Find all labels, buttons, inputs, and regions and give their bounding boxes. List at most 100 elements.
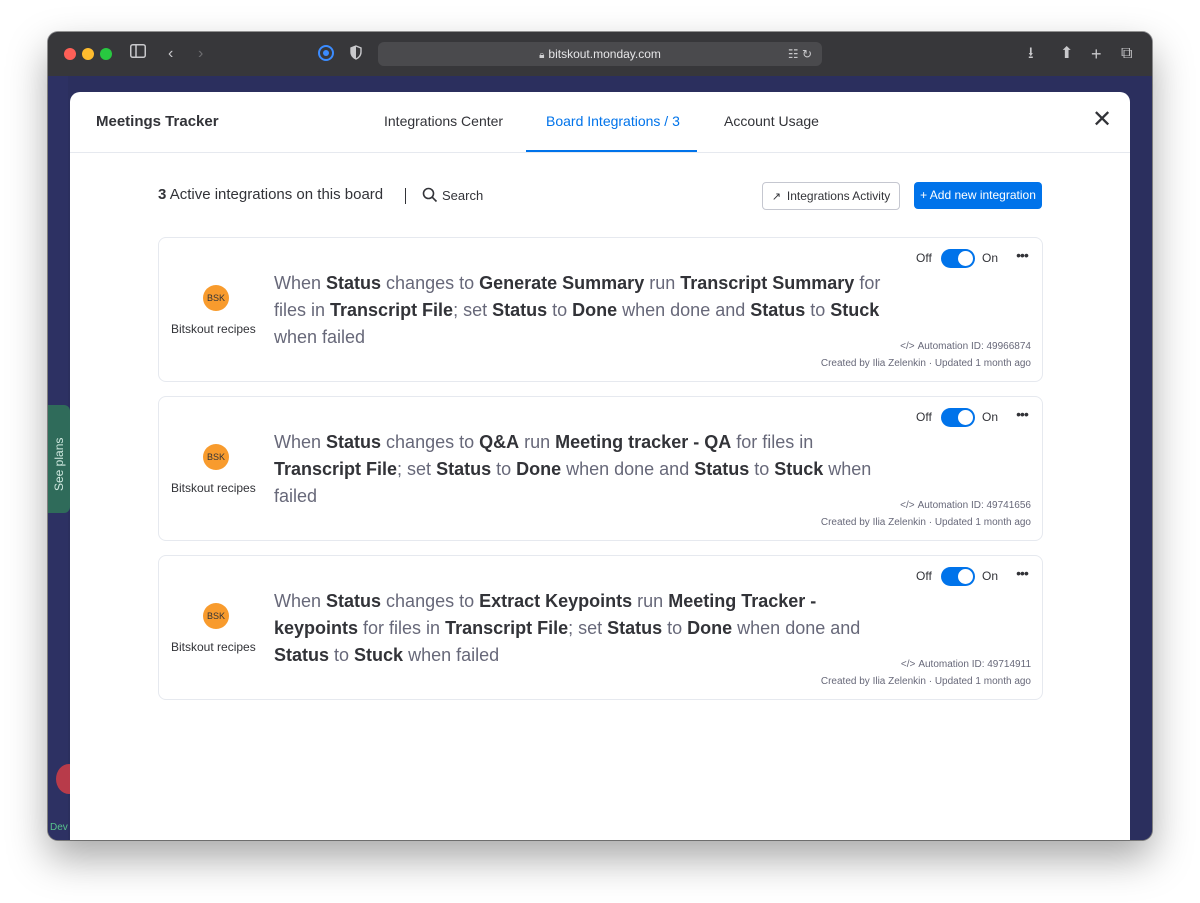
recipe-token: Transcript File: [274, 459, 398, 479]
integration-summary-text: Active integrations on this board: [169, 186, 384, 203]
automation-id-text: Automation ID: 49714911: [918, 659, 1031, 670]
integration-recipe-sentence[interactable]: When Status changes to Q&A run Meeting t…: [274, 429, 894, 510]
extension-icon[interactable]: [318, 45, 334, 67]
address-bar[interactable]: 🔒︎ bitskout.monday.com ☷ ↻: [378, 42, 822, 66]
created-info: Created by Ilia Zelenkin · Updated 1 mon…: [820, 676, 1031, 687]
sidebar-icon[interactable]: [130, 44, 146, 64]
integration-toggle[interactable]: [941, 567, 975, 586]
automation-id-text: Automation ID: 49741656: [917, 500, 1031, 511]
integration-logo: BSK: [203, 603, 229, 629]
recipe-token: Transcript File: [330, 300, 454, 320]
integrations-activity-label: Integrations Activity: [786, 189, 891, 203]
integration-logo: BSK: [203, 444, 229, 470]
recipe-token: Status: [326, 273, 382, 293]
close-window-button[interactable]: [64, 48, 76, 60]
integration-source: Bitskout recipes: [171, 322, 256, 336]
integration-logo: BSK: [203, 285, 229, 311]
shield-icon[interactable]: [350, 45, 362, 66]
recipe-text: run: [632, 591, 669, 611]
plus-icon[interactable]: +: [1091, 44, 1102, 64]
recipe-text: when done and: [561, 459, 695, 479]
search-icon: [422, 187, 438, 203]
more-options-icon[interactable]: •••: [1012, 405, 1032, 423]
recipe-text: ; set: [568, 618, 608, 638]
integration-count: 3: [158, 186, 167, 203]
close-icon[interactable]: ✕: [1092, 108, 1112, 132]
integration-recipe-sentence[interactable]: When Status changes to Generate Summary …: [274, 270, 894, 351]
recipe-token: Done: [572, 300, 618, 320]
integration-card: BSK Bitskout recipes When Status changes…: [158, 555, 1043, 700]
recipe-text: for files in: [731, 432, 814, 452]
recipe-token: Status: [436, 459, 492, 479]
recipe-token: Status: [492, 300, 548, 320]
integration-recipe-sentence[interactable]: When Status changes to Extract Keypoints…: [274, 588, 894, 669]
more-options-icon[interactable]: •••: [1012, 246, 1032, 264]
automation-id: </> Automation ID: 49714911: [901, 659, 1031, 670]
integrations-activity-button[interactable]: ↗ Integrations Activity: [762, 182, 900, 210]
integrations-modal: Meetings Tracker Integrations Center Boa…: [70, 92, 1130, 840]
more-options-icon[interactable]: •••: [1012, 564, 1032, 582]
recipe-token: Status: [607, 618, 663, 638]
active-tab-indicator: [526, 150, 697, 152]
recipe-text: ; set: [453, 300, 493, 320]
translate-icon[interactable]: ☷: [788, 47, 799, 61]
code-icon: </>: [900, 659, 916, 670]
see-plans-tab[interactable]: See plans: [48, 405, 70, 513]
modal-header: Meetings Tracker Integrations Center Boa…: [70, 92, 1130, 153]
recipe-token: Done: [516, 459, 562, 479]
search-button[interactable]: Search: [422, 187, 483, 203]
recipe-text: for files in: [358, 618, 446, 638]
created-info: Created by Ilia Zelenkin · Updated 1 mon…: [820, 517, 1031, 528]
trend-icon: ↗: [771, 191, 781, 203]
recipe-token: Extract Keypoints: [479, 591, 633, 611]
integration-toggle[interactable]: [941, 249, 975, 268]
recipe-text: changes to: [381, 273, 480, 293]
recipe-token: Stuck: [354, 645, 404, 665]
recipe-token: Transcript Summary: [680, 273, 855, 293]
toggle-knob: [958, 251, 973, 266]
automation-id-text: Automation ID: 49966874: [917, 341, 1031, 352]
integration-toggle[interactable]: [941, 408, 975, 427]
integrations-summary: 3 Active integrations on this board: [158, 186, 383, 203]
tab-board-integrations[interactable]: Board Integrations / 3: [546, 113, 680, 129]
recipe-token: Done: [687, 618, 733, 638]
recipe-text: changes to: [381, 432, 480, 452]
recipe-token: Transcript File: [445, 618, 569, 638]
share-icon[interactable]: ⬆: [1060, 44, 1073, 64]
zoom-window-button[interactable]: [100, 48, 112, 60]
recipe-text: to: [491, 459, 517, 479]
chevron-right-icon[interactable]: ›: [198, 44, 203, 64]
recipe-text: to: [329, 645, 355, 665]
download-icon[interactable]: ⭳: [1028, 44, 1034, 64]
recipe-text: to: [662, 618, 688, 638]
reload-icon[interactable]: ↻: [802, 47, 812, 61]
tabs-overview-icon[interactable]: ⧉: [1121, 44, 1132, 64]
recipe-text: when done and: [617, 300, 751, 320]
recipe-text: changes to: [381, 591, 480, 611]
chevron-left-icon[interactable]: ‹: [168, 44, 173, 64]
recipe-token: Q&A: [479, 432, 520, 452]
recipe-text: to: [805, 300, 831, 320]
recipe-text: When: [274, 591, 327, 611]
tab-account-usage[interactable]: Account Usage: [724, 113, 819, 129]
recipe-token: Status: [326, 591, 382, 611]
toggle-knob: [958, 569, 973, 584]
minimize-window-button[interactable]: [82, 48, 94, 60]
integration-card: BSK Bitskout recipes When Status changes…: [158, 237, 1043, 382]
divider: [405, 188, 406, 204]
add-integration-button[interactable]: + Add new integration: [914, 182, 1042, 209]
board-title: Meetings Tracker: [96, 113, 219, 130]
dev-label: Dev: [50, 822, 68, 833]
tab-integrations-center[interactable]: Integrations Center: [384, 113, 503, 129]
toggle-knob: [958, 410, 973, 425]
code-icon: </>: [900, 341, 915, 352]
search-label: Search: [442, 188, 484, 203]
toggle-on-label: On: [982, 410, 999, 424]
automation-id: </> Automation ID: 49741656: [900, 500, 1031, 511]
recipe-text: when failed: [274, 327, 366, 347]
recipe-token: Meeting tracker - QA: [555, 432, 732, 452]
code-icon: </>: [900, 500, 915, 511]
recipe-text: when done and: [732, 618, 861, 638]
automation-id: </> Automation ID: 49966874: [900, 341, 1031, 352]
see-plans-label: See plans: [52, 437, 66, 491]
